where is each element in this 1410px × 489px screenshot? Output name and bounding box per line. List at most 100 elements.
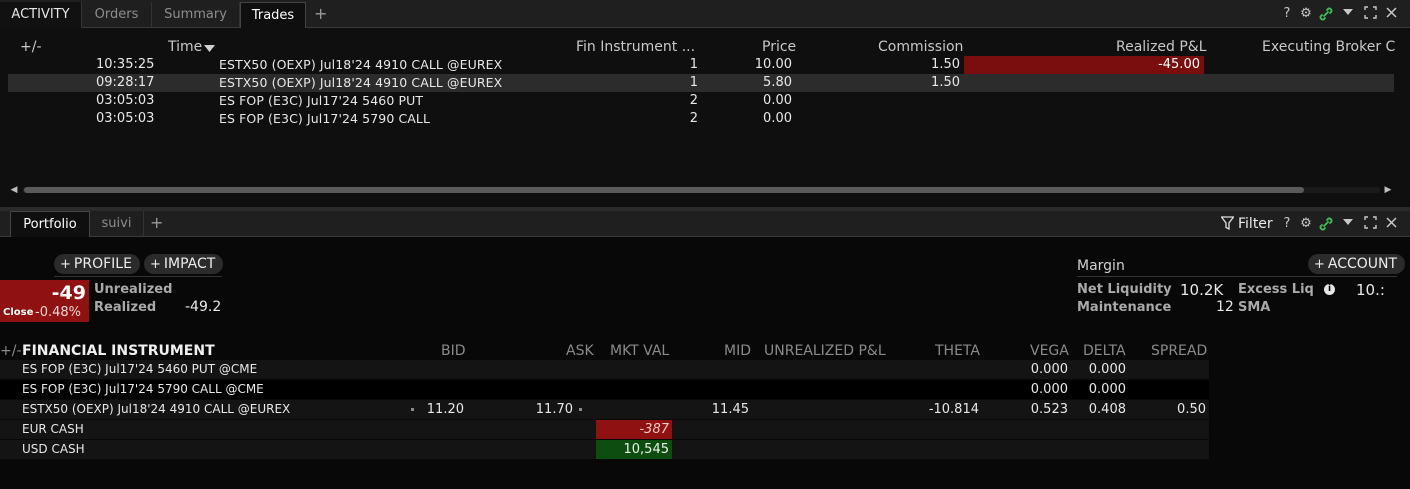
gear-icon[interactable]: ⚙: [1298, 216, 1314, 232]
net-liquidity-value: 10.2K: [1180, 281, 1224, 299]
filter-icon[interactable]: [1220, 216, 1235, 234]
position-vega: 0.000: [1030, 362, 1068, 377]
scroll-left-icon[interactable]: ◀: [8, 184, 20, 196]
plus-icon: +: [60, 257, 71, 272]
column-executing-broker[interactable]: Executing Broker C: [1262, 39, 1396, 55]
position-instrument: ESTX50 (OEXP) Jul18'24 4910 CALL @EUREX: [22, 402, 291, 416]
trade-row[interactable]: 09:28:17 ESTX50 (OEXP) Jul18'24 4910 CAL…: [8, 74, 1394, 92]
ask-marker-icon: [579, 408, 582, 411]
scroll-thumb[interactable]: [24, 187, 1304, 193]
trade-row[interactable]: 03:05:03 ES FOP (E3C) Jul17'24 5790 CALL…: [8, 110, 1394, 128]
horizontal-scrollbar[interactable]: ◀ ▶: [8, 184, 1394, 196]
position-spread: 0.50: [1177, 402, 1206, 417]
filter-button[interactable]: Filter: [1238, 216, 1273, 232]
info-icon[interactable]: i: [1324, 284, 1335, 295]
column-realized-pnl[interactable]: Realized P&L: [1116, 39, 1207, 55]
portfolio-row[interactable]: EUR CASH -387: [0, 420, 1209, 439]
column-expand[interactable]: +/-: [20, 39, 42, 55]
tab-portfolio[interactable]: Portfolio: [10, 211, 90, 237]
add-tab-plus-icon[interactable]: +: [314, 4, 327, 23]
portfolio-row[interactable]: USD CASH 10,545: [0, 440, 1209, 459]
daily-pnl-box: -49 Close -0.48%: [0, 280, 89, 322]
profile-button[interactable]: + PROFILE: [54, 254, 140, 274]
top-tab-bar: ACTIVITY Orders Summary Trades + ? ⚙: [0, 0, 1410, 28]
position-theta: -10.814: [928, 402, 979, 417]
link-icon[interactable]: [1318, 6, 1334, 22]
trade-price: 0.00: [763, 93, 792, 108]
plus-icon: +: [150, 257, 161, 272]
trade-price: 5.80: [763, 75, 792, 90]
maintenance-label: Maintenance: [1077, 300, 1172, 315]
trade-row[interactable]: 03:05:03 ES FOP (E3C) Jul17'24 5460 PUT …: [8, 92, 1394, 110]
trade-qty: 2: [689, 93, 698, 108]
trade-price: 0.00: [763, 111, 792, 126]
column-commission[interactable]: Commission: [878, 39, 963, 55]
trade-qty: 1: [689, 57, 698, 72]
column-spread[interactable]: SPREAD: [1151, 343, 1207, 359]
trades-panel: ACTIVITY Orders Summary Trades + ? ⚙ +/-…: [0, 0, 1410, 207]
link-icon[interactable]: [1318, 216, 1334, 232]
position-mkt-val: 10,545: [596, 440, 672, 459]
column-time[interactable]: Time: [168, 39, 202, 55]
trade-time: 03:05:03: [96, 93, 155, 108]
trade-price: 10.00: [754, 57, 792, 72]
tab-summary[interactable]: Summary: [152, 2, 240, 28]
divider-line: [54, 276, 222, 277]
column-financial-instrument[interactable]: FINANCIAL INSTRUMENT: [22, 343, 215, 359]
chevron-down-icon[interactable]: [1340, 216, 1356, 232]
add-tab-plus-icon[interactable]: +: [150, 213, 163, 232]
trade-realized-pnl: -45.00: [964, 56, 1204, 74]
column-theta[interactable]: THETA: [935, 343, 980, 359]
tab-trades[interactable]: Trades: [240, 2, 306, 28]
trade-time: 03:05:03: [96, 111, 155, 126]
tab-orders[interactable]: Orders: [82, 2, 152, 28]
impact-button-label: IMPACT: [163, 256, 216, 272]
position-delta: 0.408: [1088, 402, 1126, 417]
portfolio-row[interactable]: ES FOP (E3C) Jul17'24 5790 CALL @CME 0.0…: [0, 380, 1209, 399]
sort-down-icon: [204, 42, 215, 57]
column-expand[interactable]: +/-: [0, 343, 22, 359]
position-instrument: ES FOP (E3C) Jul17'24 5790 CALL @CME: [22, 382, 264, 396]
position-mkt-val: -387: [596, 420, 672, 439]
close-icon[interactable]: [1383, 216, 1399, 232]
help-icon[interactable]: ?: [1279, 6, 1295, 22]
portfolio-row[interactable]: ESTX50 (OEXP) Jul18'24 4910 CALL @EUREX …: [0, 400, 1209, 419]
unrealized-label: Unrealized: [94, 282, 173, 297]
position-delta: 0.000: [1088, 362, 1126, 377]
column-bid[interactable]: BID: [441, 343, 466, 359]
tab-suivi[interactable]: suivi: [90, 211, 144, 237]
column-mid[interactable]: MID: [724, 343, 751, 359]
trade-row[interactable]: 10:35:25 ESTX50 (OEXP) Jul18'24 4910 CAL…: [8, 56, 1394, 74]
close-icon[interactable]: [1383, 6, 1399, 22]
impact-button[interactable]: + IMPACT: [144, 254, 224, 274]
chevron-down-icon[interactable]: [1340, 6, 1356, 22]
scroll-right-icon[interactable]: ▶: [1382, 184, 1394, 196]
column-fin-instrument[interactable]: Fin Instrument ...: [576, 39, 695, 55]
column-mkt-val[interactable]: MKT VAL: [610, 343, 669, 359]
maximize-icon[interactable]: [1362, 216, 1378, 232]
help-icon[interactable]: ?: [1279, 216, 1295, 232]
column-price[interactable]: Price: [762, 39, 796, 55]
divider-line: [1077, 276, 1397, 277]
column-vega[interactable]: VEGA: [1030, 343, 1069, 359]
column-unrealized-pnl[interactable]: UNREALIZED P&L: [764, 343, 886, 359]
trade-time: 10:35:25: [96, 57, 155, 72]
column-delta[interactable]: DELTA: [1083, 343, 1126, 359]
position-vega: 0.000: [1030, 382, 1068, 397]
trade-instrument: ESTX50 (OEXP) Jul18'24 4910 CALL @EUREX: [219, 57, 503, 72]
bottom-tab-bar: Portfolio suivi + Filter ? ⚙: [0, 211, 1410, 237]
tab-activity[interactable]: ACTIVITY: [0, 2, 82, 28]
position-delta: 0.000: [1088, 382, 1126, 397]
position-bid: 11.20: [426, 402, 464, 417]
profile-button-label: PROFILE: [73, 256, 132, 272]
trade-qty: 2: [689, 111, 698, 126]
account-button[interactable]: + ACCOUNT: [1308, 254, 1406, 274]
portfolio-row[interactable]: ES FOP (E3C) Jul17'24 5460 PUT @CME 0.00…: [0, 360, 1209, 379]
trade-qty: 1: [689, 75, 698, 90]
sma-label: SMA: [1238, 300, 1271, 315]
maximize-icon[interactable]: [1362, 6, 1378, 22]
column-ask[interactable]: ASK: [566, 343, 594, 359]
position-instrument: USD CASH: [22, 442, 85, 456]
gear-icon[interactable]: ⚙: [1298, 6, 1314, 22]
trade-instrument: ESTX50 (OEXP) Jul18'24 4910 CALL @EUREX: [219, 75, 503, 90]
